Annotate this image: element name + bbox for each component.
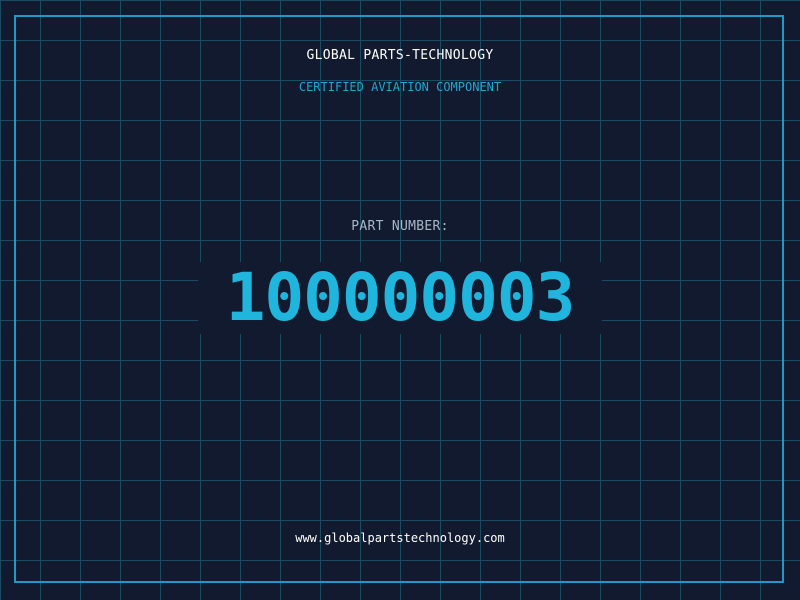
part-number-label: PART NUMBER: xyxy=(351,219,449,234)
part-number-value: 100000003 xyxy=(225,259,576,336)
part-number-panel: 100000003 xyxy=(198,262,602,334)
certification-subtitle: CERTIFIED AVIATION COMPONENT xyxy=(298,80,502,94)
part-label-canvas: GLOBAL PARTS-TECHNOLOGY CERTIFIED AVIATI… xyxy=(0,0,800,600)
company-name: GLOBAL PARTS-TECHNOLOGY xyxy=(306,48,494,63)
website-url: www.globalpartstechnology.com xyxy=(295,531,505,545)
